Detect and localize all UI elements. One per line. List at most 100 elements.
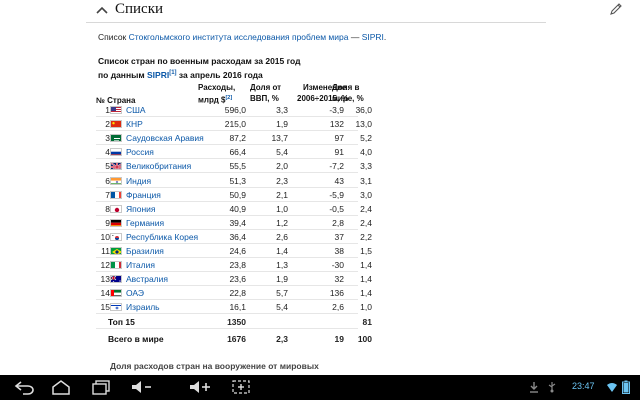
battery-icon	[622, 380, 630, 394]
table-row: 9 Германия 39,4 1,2 2,8 2,4	[96, 216, 372, 230]
country-link[interactable]: Франция	[126, 190, 161, 200]
row-number: 7	[105, 190, 110, 200]
volume-down-icon[interactable]	[130, 379, 154, 395]
spend-cell: 596,0	[224, 105, 246, 115]
flag-japan-icon	[110, 205, 122, 213]
country-link[interactable]: Германия	[126, 218, 164, 228]
ref-link-1[interactable]: [1]	[169, 70, 176, 76]
row-number: 14	[100, 288, 110, 298]
gdp-cell: 3,3	[276, 105, 288, 115]
table-row: 15 Израиль 16,1 5,4 2,6 1,0	[96, 300, 372, 314]
share-cell: 5,2	[360, 133, 372, 143]
row-number: 9	[105, 218, 110, 228]
table-row-top15: Топ 15 1350 81	[96, 315, 372, 329]
share-cell: 36,0	[355, 105, 372, 115]
caption-sipri-link[interactable]: SIPRI	[147, 70, 169, 80]
spend-cell: 23,8	[229, 260, 246, 270]
spend-cell: 24,6	[229, 246, 246, 256]
country-link[interactable]: Саудовская Аравия	[126, 133, 204, 143]
gdp-cell: 2,1	[276, 190, 288, 200]
table-caption: Список стран по военным расходам за 2015…	[98, 55, 301, 81]
caption-line-1: Список стран по военным расходам за 2015…	[98, 56, 301, 66]
country-link[interactable]: Израиль	[126, 302, 160, 312]
flag-germany-icon	[110, 219, 122, 227]
flag-india-icon	[110, 177, 122, 185]
caption-suffix: за апрель 2016 года	[176, 69, 263, 80]
row-number: 10	[100, 232, 110, 242]
spend-cell: 36,4	[229, 232, 246, 242]
row-number: 13	[100, 274, 110, 284]
wifi-icon	[607, 383, 617, 392]
spend-cell: 215,0	[224, 119, 246, 129]
country-link[interactable]: США	[126, 105, 146, 115]
flag-saudi-arabia-icon	[110, 134, 122, 142]
sipri-link[interactable]: Стокгольмского института исследования пр…	[129, 32, 349, 42]
country-link[interactable]: Япония	[126, 204, 156, 214]
table-row: 5 Великобритания 55,5 2,0 -7,2 3,3	[96, 159, 372, 173]
top15-label: Топ 15	[108, 317, 135, 327]
caption-prefix: по данным	[98, 69, 147, 80]
volume-up-icon[interactable]	[188, 379, 212, 395]
share-cell: 1,4	[360, 288, 372, 298]
usb-icon	[548, 382, 556, 393]
country-link[interactable]: Россия	[126, 147, 154, 157]
gdp-cell: 1,2	[276, 218, 288, 228]
gdp-cell: 1,3	[276, 260, 288, 270]
share-cell: 4,0	[360, 147, 372, 157]
country-link[interactable]: Индия	[126, 176, 151, 186]
row-number: 11	[101, 246, 110, 256]
flag-uk-icon	[110, 162, 122, 170]
gdp-header-l1: Доля от	[250, 83, 282, 92]
world-gdp: 2,3	[276, 334, 288, 344]
spend-cell: 87,2	[229, 133, 246, 143]
share-cell: 1,0	[360, 302, 372, 312]
country-link[interactable]: ОАЭ	[126, 288, 144, 298]
screenshot-icon[interactable]	[230, 379, 252, 395]
row-number: 2	[105, 119, 110, 129]
table-row: 4 Россия 66,4 5,4 91 4,0	[96, 145, 372, 159]
country-link[interactable]: Австралия	[126, 274, 168, 284]
country-link[interactable]: Республика Корея	[126, 232, 198, 242]
share-cell: 1,5	[360, 246, 372, 256]
flag-china-icon	[110, 120, 122, 128]
share-cell: 2,4	[360, 218, 372, 228]
row-number: 4	[105, 147, 110, 157]
share-cell: 3,1	[360, 176, 372, 186]
table-row: 13 Австралия 23,6 1,9 32 1,4	[96, 272, 372, 286]
top15-share: 81	[362, 317, 372, 327]
ref-link-2[interactable]: [2]	[225, 95, 232, 101]
gdp-cell: 1,9	[276, 119, 288, 129]
spend-header-l1: Расходы,	[198, 83, 236, 92]
caption-line-2: по данным SIPRI[1] за апрель 2016 года	[98, 67, 301, 81]
pencil-icon[interactable]	[609, 2, 623, 16]
table-row: 12 Италия 23,8 1,3 -30 1,4	[96, 258, 372, 272]
spend-cell: 55,5	[229, 161, 246, 171]
world-spend: 1676	[227, 334, 246, 344]
gdp-cell: 1,4	[276, 246, 288, 256]
spend-cell: 50,9	[229, 190, 246, 200]
share-cell: 3,3	[360, 161, 372, 171]
home-icon[interactable]	[50, 379, 72, 395]
spend-cell: 22,8	[229, 288, 246, 298]
world-share: 100	[357, 334, 372, 344]
sipri-abbr-link[interactable]: SIPRI	[362, 32, 384, 42]
spend-cell: 66,4	[229, 147, 246, 157]
chevron-up-icon[interactable]	[96, 5, 108, 15]
back-icon[interactable]	[14, 379, 36, 395]
gdp-cell: 1,9	[276, 274, 288, 284]
table-row: 1 США 596,0 3,3 -3,9 36,0	[96, 103, 372, 117]
share-cell: 13,0	[355, 119, 372, 129]
table-row: 6 Индия 51,3 2,3 43 3,1	[96, 174, 372, 188]
country-link[interactable]: Бразилия	[126, 246, 164, 256]
gdp-cell: 2,3	[276, 176, 288, 186]
country-link[interactable]: Великобритания	[126, 161, 191, 171]
country-link[interactable]: КНР	[126, 119, 143, 129]
section-header[interactable]: Списки	[86, 0, 622, 23]
flag-uae-icon	[110, 289, 122, 297]
gdp-cell: 13,7	[271, 133, 288, 143]
share-cell: 1,4	[360, 260, 372, 270]
spend-cell: 16,1	[229, 302, 246, 312]
recent-apps-icon[interactable]	[90, 379, 112, 395]
row-number: 8	[105, 204, 110, 214]
country-link[interactable]: Италия	[126, 260, 155, 270]
